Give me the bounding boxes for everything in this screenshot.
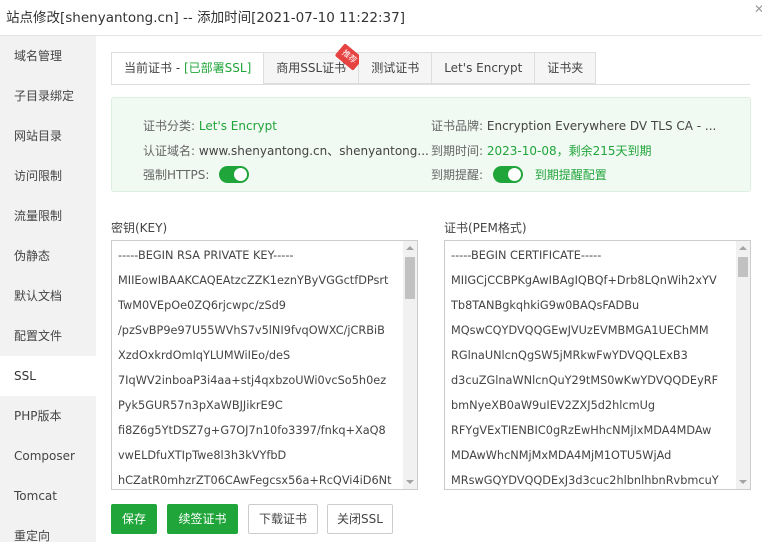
key-scrollbar[interactable] [403,241,417,489]
sidebar: 域名管理 子目录绑定 网站目录 访问限制 流量限制 伪静态 默认文档 配置文件 … [0,36,96,542]
cert-line: MIIGCjCCBPKgAwIBAgIQBQf+Drb8LQnWih2xYV [451,274,717,287]
tab-commercial-ssl[interactable]: 商用SSL证书 推荐 [264,43,364,84]
key-line: Pyk5GUR57n3pXaWBJJikrE9C [118,399,283,412]
close-icon[interactable]: ✕ [754,2,762,16]
key-line: -----BEGIN RSA PRIVATE KEY----- [118,249,294,262]
ssl-tabs: 当前证书 - [已部署SSL] 商用SSL证书 推荐 测试证书 Let's En… [111,43,597,85]
renew-cert-button[interactable]: 续签证书 [167,504,238,534]
tab-cert-folder[interactable]: 证书夹 [535,52,597,84]
key-textarea[interactable]: -----BEGIN RSA PRIVATE KEY----- MIIEowIB… [111,240,418,490]
key-line: hCZatR0mhzrZT06CAwFegcsx56a+RcQVi4iD6Nt [118,474,392,487]
cert-scrollbar[interactable] [736,241,750,489]
cert-expire-value: 2023-10-08，剩余215天到期 [486,144,652,158]
cert-line: d3cuZGlnaWNlcnQuY29tMS0wKwYDVQQDEyRF [451,374,719,387]
key-line: TwM0VEpOe0ZQ6rjcwpc/zSd9 [118,299,286,312]
sidebar-item-config-file[interactable]: 配置文件 [0,316,96,356]
sidebar-item-ssl[interactable]: SSL [0,356,96,396]
save-button[interactable]: 保存 [111,504,157,534]
sidebar-item-tomcat[interactable]: Tomcat [0,476,96,516]
cert-textarea[interactable]: -----BEGIN CERTIFICATE----- MIIGCjCCBPKg… [444,240,751,490]
sidebar-item-site-dir[interactable]: 网站目录 [0,116,96,156]
download-cert-button[interactable]: 下载证书 [248,504,318,534]
key-line: 7IqWV2inboaP3i4aa+stj4qxbzoUWi0vcSo5h0ez [118,374,387,387]
cert-info-box: 证书分类: Let's Encrypt 证书品牌: Encryption Eve… [111,97,751,192]
key-content: -----BEGIN RSA PRIVATE KEY----- MIIEowIB… [118,246,401,489]
key-line: XzdOxkrdOmIqYLUMWiIEo/deS [118,349,291,362]
sidebar-item-default-doc[interactable]: 默认文档 [0,276,96,316]
cert-line: RGlnaUNlcnQgSW5jMRkwFwYDVQQLExB3 [451,349,688,362]
cert-brand-label: 证书品牌: [431,119,484,133]
cert-category-row: 证书分类: Let's Encrypt [143,116,277,136]
ssl-panel: 当前证书 - [已部署SSL] 商用SSL证书 推荐 测试证书 Let's En… [96,36,762,542]
cert-domain-label: 认证域名: [143,144,196,158]
cert-line: MRswGQYDVQQDExJ3d3cuc2hlbnlhbnRvbmcuY [451,474,719,487]
cert-expire-label: 到期时间: [431,144,484,158]
cert-line: RFYgVExTIENBIC0gRzEwHhcNMjIxMDA4MDAw [451,424,712,437]
sidebar-item-php-version[interactable]: PHP版本 [0,396,96,436]
cert-line: -----BEGIN CERTIFICATE----- [451,249,602,262]
scroll-up-icon[interactable] [406,246,414,250]
tab-commercial-ssl-label: 商用SSL证书 [276,61,347,75]
key-line: fi8Z6g5YtDSZ7g+G7OJ7n10fo3397/fnkq+XaQ8 [118,424,386,437]
expire-remind-config-link[interactable]: 到期提醒配置 [535,168,607,182]
expire-remind-row: 到期提醒: 到期提醒配置 [431,165,607,185]
cert-line: bmNyeXB0aW9uIEV2ZXJ5d2hlcmUg [451,399,656,412]
scroll-down-icon[interactable] [406,480,414,484]
cert-category-value: Let's Encrypt [198,119,277,133]
tab-test-cert[interactable]: 测试证书 [359,52,433,84]
key-line: /pzSvBP9e97U55WVhS7v5lNI9fvqOWXC/jCRBiB [118,324,385,337]
cert-domain-value: www.shenyantong.cn、shenyantong... [198,144,429,158]
tab-divider [111,84,750,85]
deployed-status: [已部署SSL] [183,61,252,75]
sidebar-item-rewrite[interactable]: 伪静态 [0,236,96,276]
scroll-thumb[interactable] [405,257,415,299]
cert-expire-row: 到期时间: 2023-10-08，剩余215天到期 [431,141,652,161]
cert-category-label: 证书分类: [143,119,196,133]
tab-letsencrypt[interactable]: Let's Encrypt [432,52,536,84]
cert-label: 证书(PEM格式) [444,221,527,235]
window-titlebar: 站点修改[shenyantong.cn] -- 添加时间[2021-07-10 … [0,0,762,36]
sidebar-item-subdir[interactable]: 子目录绑定 [0,76,96,116]
key-line: MIIEowIBAAKCAQEAtzcZZK1eznYByVGGctfDPsrt [118,274,389,287]
sidebar-item-composer[interactable]: Composer [0,436,96,476]
cert-line: MQswCQYDVQQGEwJVUzEVMBMGA1UEChMM [451,324,709,337]
cert-brand-value: Encryption Everywhere DV TLS CA - ... [486,119,717,133]
cert-line: Tb8TANBgkqhkiG9w0BAQsFADBu [451,299,640,312]
scroll-thumb[interactable] [738,257,748,277]
sidebar-item-traffic-limit[interactable]: 流量限制 [0,196,96,236]
force-https-toggle[interactable] [219,166,250,183]
key-line: vwELDfuXTIpTwe8l3h3kVYfbD [118,449,287,462]
window-title: 站点修改[shenyantong.cn] -- 添加时间[2021-07-10 … [6,10,405,26]
expire-remind-toggle[interactable] [492,166,523,183]
scroll-up-icon[interactable] [739,246,747,250]
tab-current-cert-label: 当前证书 - [124,61,184,75]
cert-line: MDAwWhcNMjMxMDA4MjM1OTU5WjAd [451,449,672,462]
cert-content: -----BEGIN CERTIFICATE----- MIIGCjCCBPKg… [451,246,734,489]
scroll-down-icon[interactable] [739,480,747,484]
sidebar-item-domain[interactable]: 域名管理 [0,36,96,76]
key-label: 密钥(KEY) [111,221,168,235]
close-ssl-button[interactable]: 关闭SSL [327,504,393,534]
force-https-row: 强制HTTPS: [143,165,250,185]
force-https-label: 强制HTTPS: [143,168,210,182]
tab-current-cert[interactable]: 当前证书 - [已部署SSL] [111,52,265,85]
sidebar-item-redirect[interactable]: 重定向 [0,516,96,542]
sidebar-item-access-limit[interactable]: 访问限制 [0,156,96,196]
cert-domain-row: 认证域名: www.shenyantong.cn、shenyantong... [143,141,429,161]
expire-remind-label: 到期提醒: [431,168,484,182]
cert-brand-row: 证书品牌: Encryption Everywhere DV TLS CA - … [431,116,716,136]
